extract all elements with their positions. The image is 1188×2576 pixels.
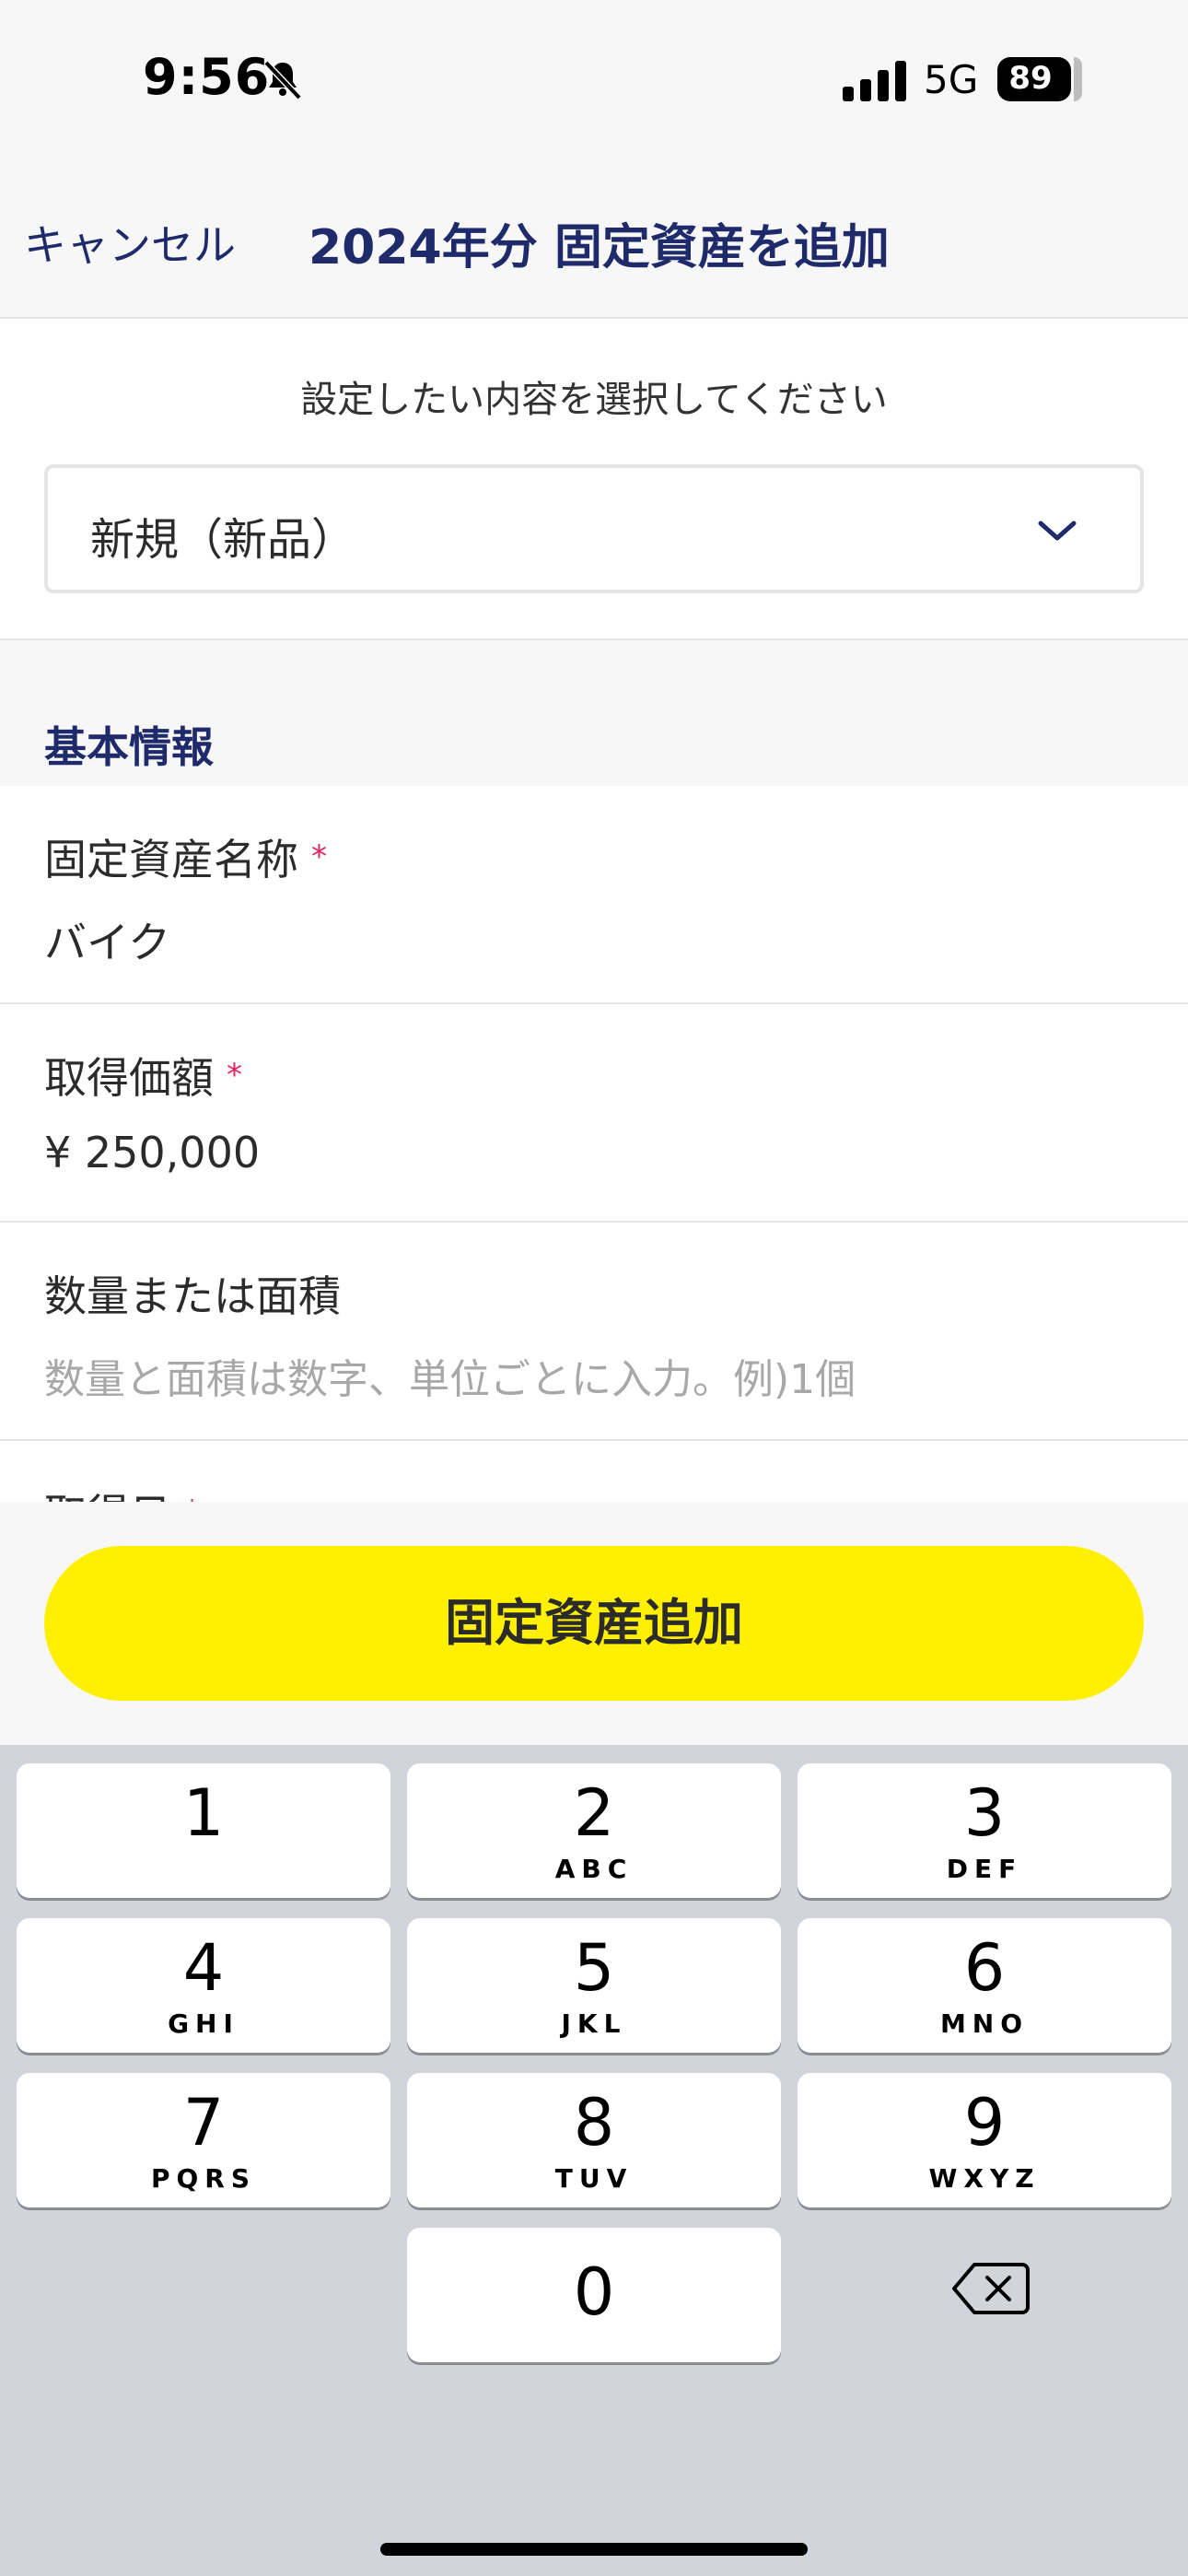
nav-bar: キャンセル 2024年分 固定資産を追加: [0, 157, 1188, 319]
key-5[interactable]: 5 JKL: [407, 1918, 781, 2053]
key-letters: PQRS: [150, 2163, 257, 2194]
numeric-keypad: 1 2 ABC 3 DEF 4 GHI 5 JKL 6 MNO 7 PQRS 8…: [0, 1745, 1188, 2576]
battery-icon: 89: [997, 57, 1082, 101]
bell-slash-icon: [263, 60, 302, 100]
action-area: 固定資産追加: [0, 1502, 1188, 1745]
field-label: 取得価額 *: [44, 1053, 242, 1103]
field-label: 取得日*: [44, 1481, 200, 1502]
network-type: 5G: [924, 57, 979, 102]
acquisition-price-input[interactable]: ¥ 250,000: [44, 1128, 260, 1177]
asset-name-field[interactable]: 固定資産名称 * バイク: [0, 786, 1188, 1004]
acquisition-price-field[interactable]: 取得価額 * ¥ 250,000: [0, 1004, 1188, 1223]
quantity-input[interactable]: 数量と面積は数字、単位ごとに入力。例)1個: [44, 1346, 856, 1405]
add-asset-button[interactable]: 固定資産追加: [44, 1546, 1144, 1701]
required-mark: *: [227, 1057, 242, 1094]
required-mark: *: [184, 1493, 200, 1502]
key-letters: GHI: [168, 2008, 239, 2039]
key-3[interactable]: 3 DEF: [798, 1763, 1171, 1898]
key-digit: 9: [963, 2085, 1006, 2160]
field-label: 固定資産名称 *: [44, 835, 327, 884]
field-label: 数量または面積: [44, 1271, 341, 1321]
page-title: 2024年分 固定資産を追加: [309, 220, 890, 275]
asset-type-select-value: 新規（新品）: [90, 514, 356, 566]
delete-left-icon[interactable]: [952, 2261, 1030, 2316]
chevron-down-icon: [1038, 521, 1077, 541]
key-digit: 4: [182, 1930, 225, 2006]
key-letters: TUV: [554, 2163, 634, 2194]
cancel-button[interactable]: キャンセル: [24, 212, 236, 273]
key-letters: WXYZ: [928, 2163, 1041, 2194]
key-letters: MNO: [939, 2008, 1030, 2039]
key-digit: 1: [182, 1775, 225, 1851]
form-list: 固定資産名称 * バイク 取得価額 * ¥ 250,000 数量または面積 数量と面…: [0, 786, 1188, 1502]
type-selector-section: 設定したい内容を選択してください 新規（新品）: [0, 319, 1188, 640]
key-digit: 2: [573, 1775, 615, 1851]
battery-level: 89: [1008, 60, 1053, 97]
signal-icon: [843, 61, 906, 101]
key-0[interactable]: 0: [407, 2228, 781, 2362]
key-letters: JKL: [561, 2008, 627, 2039]
key-digit: 5: [573, 1930, 615, 2006]
status-time: 9:56: [143, 48, 271, 106]
asset-name-input[interactable]: バイク: [44, 909, 170, 970]
key-digit: 3: [963, 1775, 1006, 1851]
key-1[interactable]: 1: [17, 1763, 390, 1898]
acquisition-date-field[interactable]: 取得日*: [0, 1441, 1188, 1502]
selector-prompt: 設定したい内容を選択してください: [300, 379, 888, 421]
home-indicator: [380, 2543, 808, 2556]
status-bar: 9:56 5G 89: [0, 0, 1188, 157]
key-letters: ABC: [554, 1854, 634, 1884]
quantity-field[interactable]: 数量または面積 数量と面積は数字、単位ごとに入力。例)1個: [0, 1223, 1188, 1441]
section-title: 基本情報: [44, 722, 214, 772]
key-digit: 6: [963, 1930, 1006, 2006]
key-9[interactable]: 9 WXYZ: [798, 2073, 1171, 2207]
key-2[interactable]: 2 ABC: [407, 1763, 781, 1898]
key-7[interactable]: 7 PQRS: [17, 2073, 390, 2207]
key-6[interactable]: 6 MNO: [798, 1918, 1171, 2053]
key-digit: 0: [573, 2254, 615, 2330]
key-4[interactable]: 4 GHI: [17, 1918, 390, 2053]
key-digit: 7: [182, 2085, 225, 2160]
required-mark: *: [311, 838, 327, 875]
key-digit: 8: [573, 2085, 615, 2160]
key-8[interactable]: 8 TUV: [407, 2073, 781, 2207]
basic-info-header: 基本情報: [0, 640, 1188, 786]
key-letters: DEF: [946, 1854, 1023, 1884]
asset-type-select[interactable]: 新規（新品）: [44, 464, 1144, 593]
